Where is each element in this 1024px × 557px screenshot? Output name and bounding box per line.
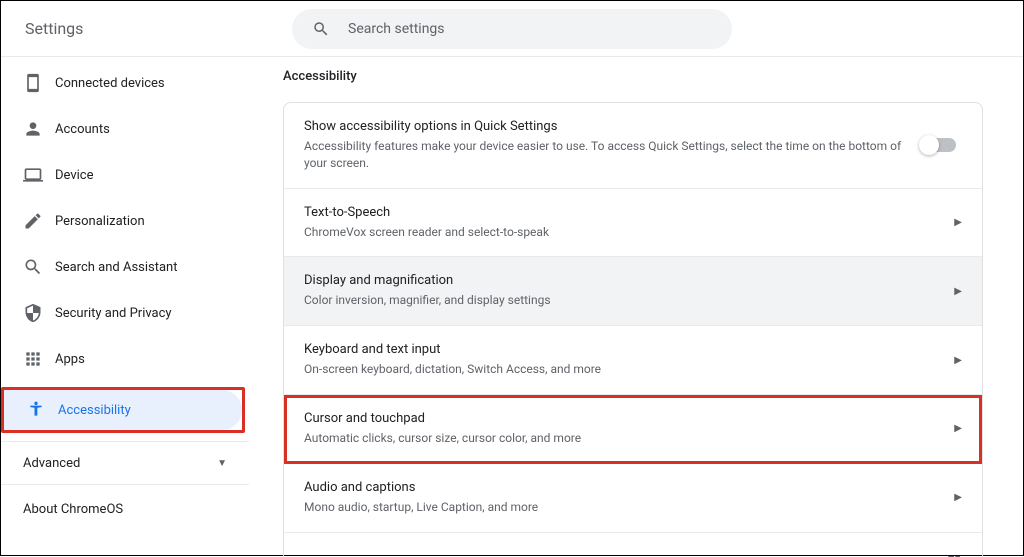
- row-title: Cursor and touchpad: [304, 411, 934, 426]
- main-content: Accessibility Show accessibility options…: [249, 57, 1023, 557]
- sidebar-item-label: Apps: [55, 352, 85, 367]
- open-external-icon: [946, 554, 962, 557]
- chevron-right-icon: ▶: [954, 355, 962, 366]
- chevron-right-icon: ▶: [954, 492, 962, 503]
- row-subtitle: Color inversion, magnifier, and display …: [304, 292, 934, 309]
- sidebar-item-security-privacy[interactable]: Security and Privacy: [1, 293, 241, 333]
- row-title: Audio and captions: [304, 480, 934, 495]
- connected-devices-icon: [23, 73, 55, 93]
- row-title: Show accessibility options in Quick Sett…: [304, 119, 902, 134]
- row-subtitle: ChromeVox screen reader and select-to-sp…: [304, 224, 934, 241]
- row-title: Display and magnification: [304, 273, 934, 288]
- sidebar-item-label: Personalization: [55, 214, 145, 229]
- row-cursor-touchpad[interactable]: Cursor and touchpad Automatic clicks, cu…: [284, 395, 982, 464]
- row-title: Keyboard and text input: [304, 342, 934, 357]
- section-title: Accessibility: [283, 69, 983, 84]
- sidebar-item-label: Accessibility: [58, 403, 131, 418]
- about-label: About ChromeOS: [23, 502, 123, 517]
- header-title: Settings: [25, 19, 83, 38]
- row-subtitle: On-screen keyboard, dictation, Switch Ac…: [304, 361, 934, 378]
- header: Settings Search settings: [1, 1, 1023, 57]
- accounts-icon: [23, 119, 55, 139]
- settings-card: Show accessibility options in Quick Sett…: [283, 102, 983, 557]
- row-text-to-speech[interactable]: Text-to-Speech ChromeVox screen reader a…: [284, 189, 982, 258]
- chevron-down-icon: ▼: [217, 458, 227, 469]
- chevron-right-icon: ▶: [954, 217, 962, 228]
- sidebar-item-label: Device: [55, 168, 94, 183]
- sidebar-item-accounts[interactable]: Accounts: [1, 109, 241, 149]
- sidebar-about[interactable]: About ChromeOS: [1, 485, 249, 533]
- device-icon: [23, 165, 55, 185]
- sidebar-item-personalization[interactable]: Personalization: [1, 201, 241, 241]
- sidebar-item-label: Accounts: [55, 122, 110, 137]
- sidebar-advanced[interactable]: Advanced ▼: [1, 441, 249, 485]
- search-input[interactable]: Search settings: [292, 9, 732, 49]
- quick-settings-toggle[interactable]: [922, 138, 956, 152]
- sidebar-item-label: Connected devices: [55, 76, 165, 91]
- accessibility-icon: [26, 400, 58, 420]
- row-audio-captions[interactable]: Audio and captions Mono audio, startup, …: [284, 464, 982, 533]
- chevron-right-icon: ▶: [954, 286, 962, 297]
- apps-icon: [23, 349, 55, 369]
- row-subtitle: Mono audio, startup, Live Caption, and m…: [304, 499, 934, 516]
- sidebar-item-search-assistant[interactable]: Search and Assistant: [1, 247, 241, 287]
- row-display-magnification[interactable]: Display and magnification Color inversio…: [284, 257, 982, 326]
- sidebar-item-label: Search and Assistant: [55, 260, 178, 275]
- advanced-label: Advanced: [23, 456, 80, 471]
- sidebar-item-connected-devices[interactable]: Connected devices: [1, 63, 241, 103]
- chevron-right-icon: ▶: [954, 423, 962, 434]
- sidebar: Connected devices Accounts Device Person…: [1, 57, 249, 557]
- sidebar-item-label: Security and Privacy: [55, 306, 172, 321]
- row-title: Text-to-Speech: [304, 205, 934, 220]
- sidebar-item-apps[interactable]: Apps: [1, 339, 241, 379]
- search-placeholder: Search settings: [348, 21, 445, 37]
- shield-icon: [23, 303, 55, 323]
- row-subtitle: Automatic clicks, cursor size, cursor co…: [304, 430, 934, 447]
- sidebar-item-device[interactable]: Device: [1, 155, 241, 195]
- highlight-accessibility-sidebar: Accessibility: [1, 387, 245, 433]
- search-assistant-icon: [23, 257, 55, 277]
- row-webstore[interactable]: Find more accessibility tools in the Chr…: [284, 533, 982, 557]
- search-icon: [312, 20, 330, 38]
- personalization-icon: [23, 211, 55, 231]
- sidebar-item-accessibility[interactable]: Accessibility: [4, 390, 242, 430]
- row-subtitle: Accessibility features make your device …: [304, 138, 902, 172]
- row-keyboard-text-input[interactable]: Keyboard and text input On-screen keyboa…: [284, 326, 982, 395]
- row-quick-settings: Show accessibility options in Quick Sett…: [284, 103, 982, 189]
